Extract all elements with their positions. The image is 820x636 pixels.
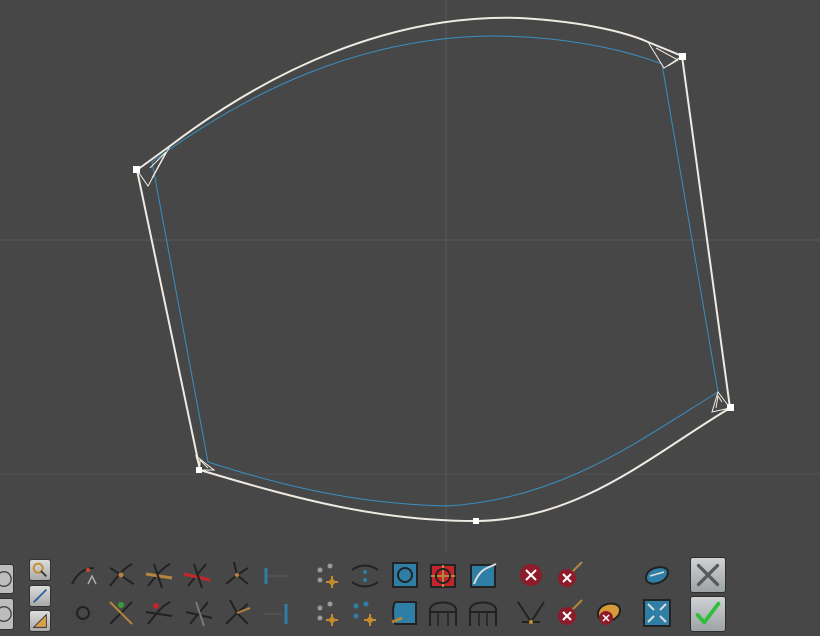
tool-fit-frame[interactable] bbox=[640, 596, 674, 630]
cancel-button[interactable] bbox=[690, 557, 726, 593]
cross-curves-red-icon bbox=[145, 601, 173, 625]
pinwheel-icon bbox=[225, 561, 249, 585]
zoom-icon bbox=[32, 562, 48, 578]
tool-surface-patch[interactable] bbox=[640, 558, 674, 592]
orbit-button[interactable] bbox=[0, 564, 14, 594]
merge-curves-icon bbox=[517, 601, 545, 624]
cross-curves-green-icon bbox=[109, 601, 133, 625]
points-cluster-icon bbox=[317, 563, 338, 588]
tool-dimension-vertical[interactable] bbox=[258, 596, 292, 630]
arch-icon bbox=[429, 601, 457, 626]
tool-delete-patch[interactable] bbox=[592, 596, 626, 630]
curve-tangent-icon bbox=[71, 567, 97, 585]
pan-button[interactable] bbox=[0, 598, 14, 630]
tool-curve-spread[interactable] bbox=[348, 558, 382, 592]
viewport-background bbox=[0, 0, 820, 636]
tool-pinwheel[interactable] bbox=[220, 558, 254, 592]
ruler-angle-icon bbox=[32, 613, 47, 628]
ruler-button[interactable] bbox=[29, 585, 51, 607]
cross-curves-gray-icon bbox=[185, 601, 213, 627]
tool-delete[interactable] bbox=[514, 558, 548, 592]
arch-grid-icon bbox=[469, 601, 497, 626]
ruler-angle-button[interactable] bbox=[29, 610, 51, 632]
confirm-button[interactable] bbox=[690, 596, 726, 632]
points-spread-icon bbox=[353, 601, 376, 626]
tool-arch[interactable] bbox=[426, 596, 460, 630]
tool-move-gizmo[interactable] bbox=[66, 596, 100, 630]
delete-patch-icon bbox=[596, 602, 622, 625]
tool-box-rounded[interactable] bbox=[388, 596, 422, 630]
box-rotate-icon bbox=[392, 562, 418, 588]
tool-points-add[interactable] bbox=[310, 596, 344, 630]
tool-cross-curves[interactable] bbox=[104, 558, 138, 592]
dimension-vertical-icon bbox=[264, 604, 288, 624]
cancel-icon bbox=[696, 563, 720, 587]
tool-cross-curves-green[interactable] bbox=[104, 596, 138, 630]
surface-patch-icon bbox=[644, 566, 670, 585]
tool-dimension[interactable] bbox=[258, 558, 292, 592]
delete-line-icon bbox=[558, 561, 583, 587]
box-cut-icon bbox=[430, 564, 456, 588]
tool-delete-line-2[interactable] bbox=[552, 596, 586, 630]
tool-cross-curves-gray[interactable] bbox=[182, 596, 216, 630]
toolbar bbox=[0, 552, 820, 636]
pan-icon bbox=[0, 606, 12, 622]
tool-box-cut[interactable] bbox=[426, 558, 460, 592]
handle-top-left bbox=[133, 166, 140, 173]
cross-curves-brown-icon bbox=[145, 563, 173, 589]
tool-delete-line[interactable] bbox=[552, 558, 586, 592]
tool-points-cluster[interactable] bbox=[310, 558, 344, 592]
tool-arch-grid[interactable] bbox=[466, 596, 500, 630]
handle-bottom-left bbox=[196, 467, 202, 473]
delete-line-icon bbox=[558, 599, 583, 625]
cross-curves-red-icon bbox=[183, 563, 211, 589]
dimension-icon bbox=[264, 568, 288, 584]
tool-box-rotate[interactable] bbox=[388, 558, 422, 592]
tool-pinwheel-brown[interactable] bbox=[220, 596, 254, 630]
pinwheel-brown-icon bbox=[225, 599, 251, 625]
box-rounded-icon bbox=[391, 601, 417, 625]
tool-curve-tangent[interactable] bbox=[68, 558, 102, 592]
tool-box-sweep[interactable] bbox=[466, 558, 500, 592]
points-add-icon bbox=[317, 601, 338, 626]
confirm-icon bbox=[695, 601, 721, 625]
curve-spread-icon bbox=[351, 564, 379, 588]
delete-icon bbox=[520, 564, 542, 586]
orbit-icon bbox=[0, 571, 12, 587]
editor-app bbox=[0, 0, 820, 636]
box-sweep-icon bbox=[470, 563, 497, 588]
tool-cross-curves-red[interactable] bbox=[180, 558, 214, 592]
handle-bottom-right bbox=[727, 404, 734, 411]
zoom-button[interactable] bbox=[29, 559, 51, 581]
handle-bottom-mid bbox=[473, 518, 479, 524]
move-gizmo-icon bbox=[69, 599, 97, 627]
tool-points-spread[interactable] bbox=[348, 596, 382, 630]
tool-merge-curves[interactable] bbox=[514, 596, 548, 630]
handle-top-right bbox=[679, 53, 686, 60]
fit-frame-icon bbox=[643, 599, 671, 627]
tool-cross-curves-red-2[interactable] bbox=[142, 596, 176, 630]
cross-curves-icon bbox=[109, 563, 135, 587]
viewport-canvas[interactable] bbox=[0, 0, 820, 636]
tool-cross-curves-brown[interactable] bbox=[142, 558, 176, 592]
ruler-icon bbox=[32, 588, 48, 604]
